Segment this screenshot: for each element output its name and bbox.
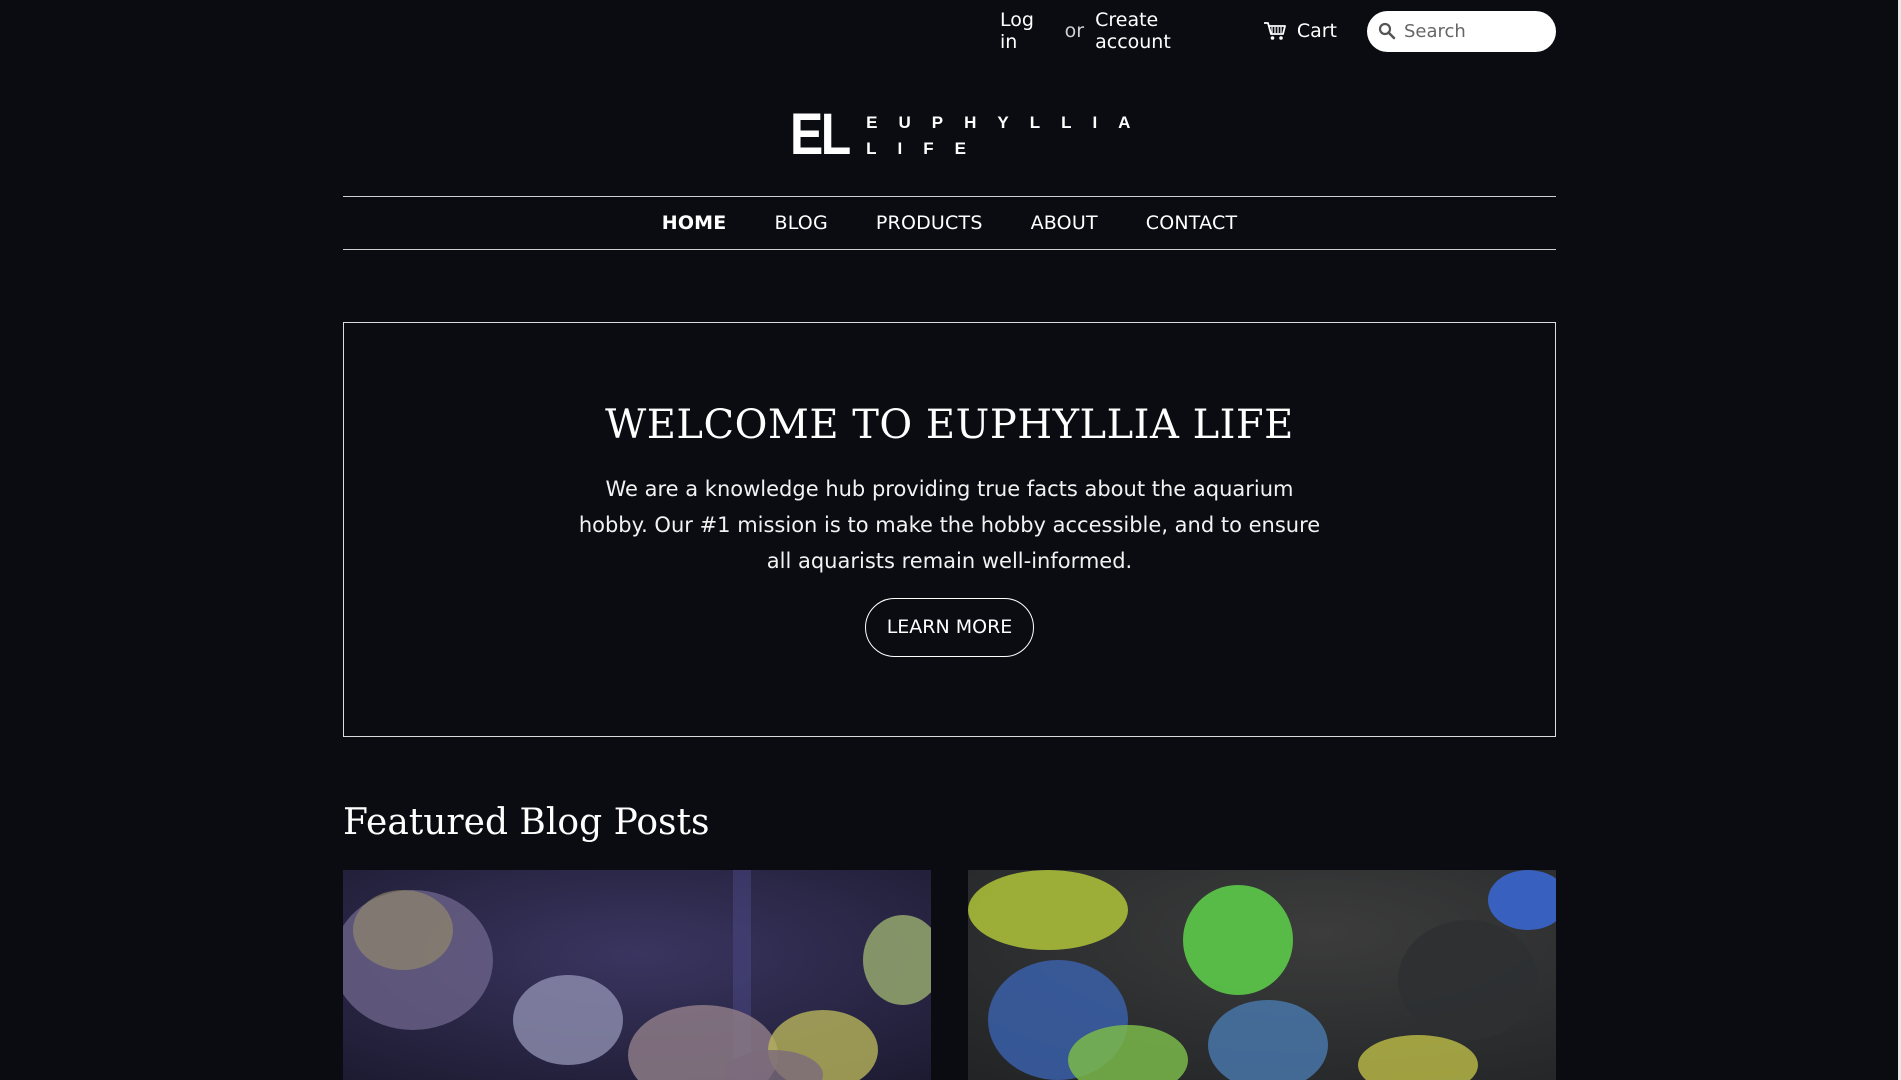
welcome-hero: WELCOME TO EUPHYLLIA LIFE We are a knowl… — [343, 322, 1556, 737]
logo-mark: EL — [790, 102, 851, 167]
login-link[interactable]: Log in — [1000, 9, 1054, 53]
search-box[interactable] — [1367, 10, 1556, 52]
nav-item-home[interactable]: HOME — [662, 212, 727, 234]
logo-line-1: EUPHYLLIA — [866, 112, 1152, 132]
or-text: or — [1064, 20, 1085, 42]
cart-link[interactable]: Cart — [1263, 20, 1337, 42]
featured-post-image-1[interactable] — [343, 870, 931, 1080]
nav-item-about[interactable]: ABOUT — [1031, 212, 1098, 234]
hero-title: WELCOME TO EUPHYLLIA LIFE — [605, 402, 1294, 448]
learn-more-button[interactable]: LEARN MORE — [864, 598, 1035, 657]
cart-icon — [1263, 22, 1286, 40]
hero-description: We are a knowledge hub providing true fa… — [578, 477, 1321, 573]
nav-item-products[interactable]: PRODUCTS — [876, 212, 983, 234]
create-account-link[interactable]: Create account — [1095, 9, 1231, 53]
site-logo[interactable]: EL EUPHYLLIA LIFE — [790, 102, 1130, 167]
search-icon — [1378, 22, 1396, 40]
logo-line-2: LIFE — [866, 138, 987, 158]
nav-item-blog[interactable]: BLOG — [774, 212, 827, 234]
search-input[interactable] — [1404, 20, 1554, 42]
nav-item-contact[interactable]: CONTACT — [1146, 212, 1238, 234]
cart-label: Cart — [1296, 20, 1337, 42]
account-bar: Log in or Create account Cart — [1000, 9, 1556, 53]
featured-posts-heading: Featured Blog Posts — [343, 802, 710, 843]
featured-post-image-2[interactable] — [968, 870, 1556, 1080]
logo-wordmark: EUPHYLLIA LIFE — [866, 114, 1151, 157]
page: Log in or Create account Cart EL EUPHYLL… — [0, 0, 1901, 1080]
main-nav: HOME BLOG PRODUCTS ABOUT CONTACT — [343, 196, 1556, 250]
